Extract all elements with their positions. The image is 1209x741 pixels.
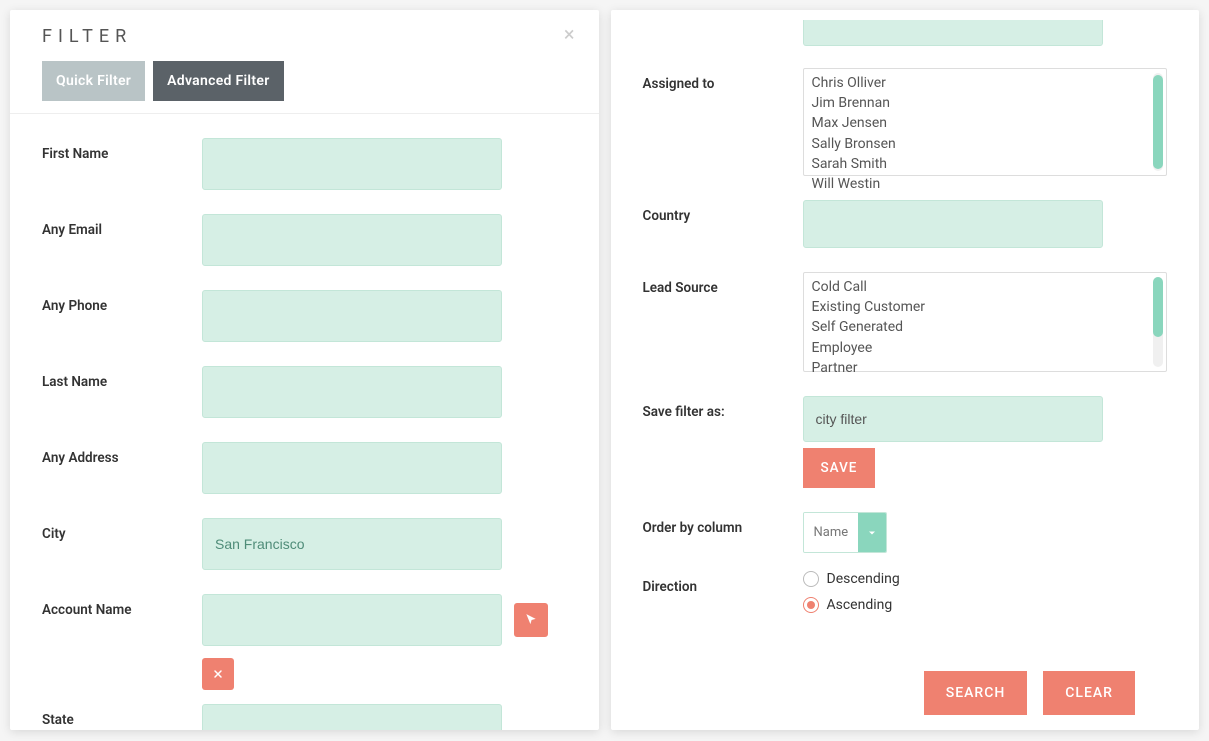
assigned-option[interactable]: Sally Bronsen xyxy=(804,134,1167,154)
save-filter-input[interactable] xyxy=(803,396,1103,442)
lead-source-option[interactable]: Existing Customer xyxy=(804,297,1167,317)
account-clear-button[interactable] xyxy=(202,658,234,690)
radio-label: Ascending xyxy=(827,597,893,613)
tabs: Quick Filter Advanced Filter xyxy=(42,61,567,101)
form-body-right: Assigned to Chris Olliver Jim Brennan Ma… xyxy=(611,68,1200,730)
any-phone-input[interactable] xyxy=(202,290,502,342)
assigned-option[interactable]: Max Jensen xyxy=(804,113,1167,133)
assigned-option[interactable]: Will Westin xyxy=(804,174,1167,194)
label-direction: Direction xyxy=(643,571,803,595)
radio-ascending[interactable]: Ascending xyxy=(803,597,1168,613)
label-last-name: Last Name xyxy=(42,366,202,390)
any-address-input[interactable] xyxy=(202,442,502,494)
lead-source-option[interactable]: Employee xyxy=(804,338,1167,358)
label-any-address: Any Address xyxy=(42,442,202,466)
label-save-filter: Save filter as: xyxy=(643,396,803,420)
scrollbar-thumb[interactable] xyxy=(1153,75,1163,169)
label-state: State xyxy=(42,704,202,728)
label-assigned-to: Assigned to xyxy=(643,68,803,92)
label-lead-source: Lead Source xyxy=(643,272,803,296)
lead-source-option[interactable]: Self Generated xyxy=(804,317,1167,337)
overflow-input-fragment[interactable] xyxy=(803,20,1103,46)
order-by-dropdown[interactable]: Name xyxy=(803,512,888,553)
label-any-email: Any Email xyxy=(42,214,202,238)
save-button[interactable]: SAVE xyxy=(803,448,876,488)
search-button[interactable]: SEARCH xyxy=(924,671,1028,715)
city-input[interactable] xyxy=(202,518,502,570)
x-icon xyxy=(212,668,224,680)
order-by-value: Name xyxy=(804,513,859,552)
form-body-left: First Name Any Email Any Phone Last Name… xyxy=(10,114,599,730)
lead-source-option[interactable]: Partner xyxy=(804,358,1167,378)
assigned-option[interactable]: Chris Olliver xyxy=(804,73,1167,93)
account-name-input[interactable] xyxy=(202,594,502,646)
radio-label: Descending xyxy=(827,571,900,587)
panel-title: FILTER xyxy=(42,26,567,47)
filter-panel-right: Assigned to Chris Olliver Jim Brennan Ma… xyxy=(611,10,1200,730)
radio-icon xyxy=(803,571,819,587)
lead-source-listbox[interactable]: Cold Call Existing Customer Self Generat… xyxy=(803,272,1168,372)
cursor-icon xyxy=(524,613,538,627)
label-account-name: Account Name xyxy=(42,594,202,618)
account-picker-button[interactable] xyxy=(514,603,548,637)
radio-dot-icon xyxy=(807,601,815,609)
radio-icon xyxy=(803,597,819,613)
label-any-phone: Any Phone xyxy=(42,290,202,314)
radio-descending[interactable]: Descending xyxy=(803,571,1168,587)
action-bar: SEARCH CLEAR xyxy=(643,641,1168,715)
first-name-input[interactable] xyxy=(202,138,502,190)
label-order-by: Order by column xyxy=(643,512,803,536)
country-input[interactable] xyxy=(803,200,1103,248)
tab-advanced-filter[interactable]: Advanced Filter xyxy=(153,61,283,101)
scrollbar-thumb[interactable] xyxy=(1153,277,1163,337)
last-name-input[interactable] xyxy=(202,366,502,418)
label-country: Country xyxy=(643,200,803,224)
tab-quick-filter[interactable]: Quick Filter xyxy=(42,61,145,101)
assigned-option[interactable]: Jim Brennan xyxy=(804,93,1167,113)
label-first-name: First Name xyxy=(42,138,202,162)
filter-panel-left: × FILTER Quick Filter Advanced Filter Fi… xyxy=(10,10,599,730)
panel-header: FILTER Quick Filter Advanced Filter xyxy=(10,10,599,114)
lead-source-option[interactable]: Cold Call xyxy=(804,277,1167,297)
assigned-to-listbox[interactable]: Chris Olliver Jim Brennan Max Jensen Sal… xyxy=(803,68,1168,176)
overflow-area xyxy=(611,10,1200,68)
any-email-input[interactable] xyxy=(202,214,502,266)
clear-button[interactable]: CLEAR xyxy=(1043,671,1135,715)
close-icon[interactable]: × xyxy=(564,24,575,44)
state-input[interactable] xyxy=(202,704,502,730)
dropdown-caret-icon xyxy=(858,513,886,552)
assigned-option[interactable]: Sarah Smith xyxy=(804,154,1167,174)
label-city: City xyxy=(42,518,202,542)
